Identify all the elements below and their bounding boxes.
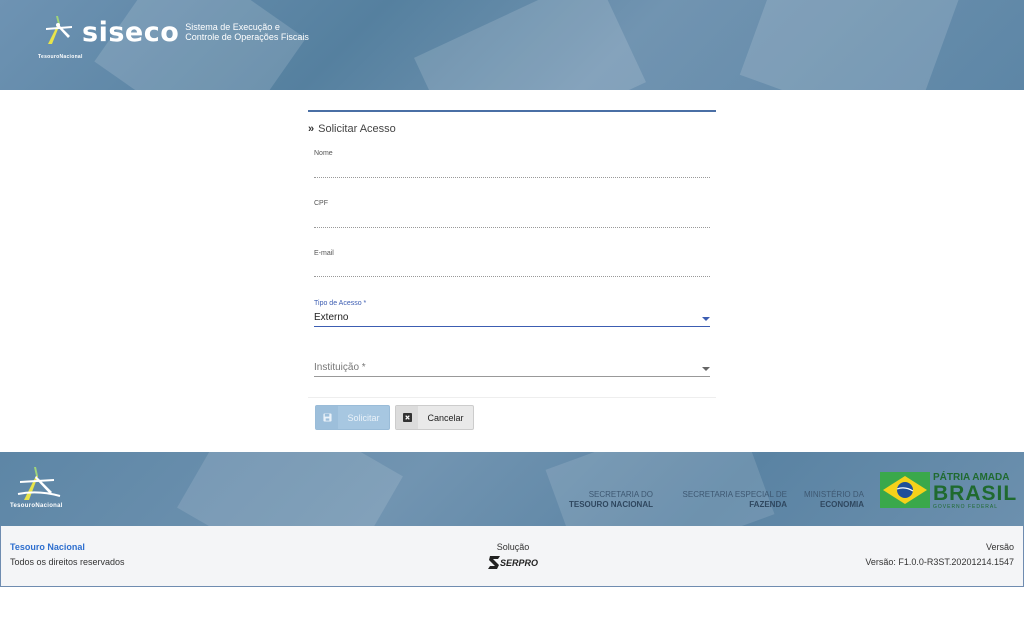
page-footer: Tesouro Nacional Todos os direitos reser… (0, 526, 1024, 587)
tesouro-nacional-logo-icon: TesouroNacional (36, 14, 82, 60)
brasil-text: BRASIL (933, 482, 1018, 505)
solucao-label: Solução (496, 542, 530, 552)
form-title-text: Solicitar Acesso (318, 123, 396, 135)
email-field[interactable]: E-mail (314, 250, 710, 280)
chevron-down-icon[interactable] (702, 317, 710, 321)
cancelar-label: Cancelar (427, 412, 464, 423)
request-access-form: » Solicitar Acesso Nome CPF E-mail Tipo … (308, 110, 716, 430)
email-underline (314, 276, 710, 277)
patria-amada-brasil-logo: PÁTRIA AMADA BRASIL GOVERNO FEDERAL (880, 472, 1016, 513)
tipo-acesso-select[interactable]: Tipo de Acesso * Externo (314, 300, 710, 330)
nome-underline (314, 177, 710, 178)
tesouro-nacional-footer-label: TesouroNacional (10, 503, 63, 509)
nome-label: Nome (314, 150, 333, 157)
email-label: E-mail (314, 250, 334, 257)
footer-left: Tesouro Nacional Todos os direitos reser… (10, 542, 125, 567)
serpro-icon (487, 556, 500, 569)
double-chevron-right-icon: » (308, 123, 315, 135)
nome-field[interactable]: Nome (314, 150, 710, 180)
solicitar-label: Solicitar (347, 412, 380, 423)
cancelar-button[interactable]: Cancelar (395, 405, 474, 430)
brazil-flag-icon (880, 472, 930, 508)
footer-version: Versão Versão: F1.0.0-R3ST.20201214.1547 (865, 542, 1014, 567)
tipo-acesso-underline (314, 326, 710, 327)
tipo-acesso-value: Externo (314, 312, 349, 323)
app-name: siseco (82, 16, 180, 48)
tesouro-nacional-link[interactable]: Tesouro Nacional (10, 542, 125, 552)
instituicao-select[interactable]: Instituição * (314, 350, 710, 380)
org-secretaria-tesouro: SECRETARIA DO TESOURO NACIONAL (569, 490, 653, 509)
instituicao-underline (314, 376, 710, 377)
footer-band: TesouroNacional SECRETARIA DO TESOURO NA… (0, 452, 1024, 526)
versao-value: Versão: F1.0.0-R3ST.20201214.1547 (865, 557, 1014, 567)
serpro-text: SERPRO (499, 557, 538, 568)
form-top-border (308, 110, 716, 112)
tipo-acesso-label: Tipo de Acesso * (314, 300, 367, 307)
org-ministerio-economia: MINISTÉRIO DA ECONOMIA (803, 490, 864, 509)
app-header: TesouroNacional siseco Sistema de Execuç… (0, 0, 1024, 90)
solicitar-button[interactable]: Solicitar (315, 405, 390, 430)
close-icon (396, 406, 418, 429)
footer-solucao: Solução SERPRO (481, 542, 545, 569)
serpro-logo: SERPRO (481, 556, 545, 569)
siseco-logo[interactable]: TesouroNacional siseco Sistema de Execuç… (36, 14, 309, 60)
versao-label: Versão (985, 542, 1014, 552)
rights-text: Todos os direitos reservados (10, 557, 125, 567)
tesouro-nacional-label: TesouroNacional (38, 54, 83, 60)
org-secretaria-fazenda: SECRETARIA ESPECIAL DE FAZENDA (682, 490, 787, 509)
cpf-label: CPF (314, 200, 328, 207)
cpf-field[interactable]: CPF (314, 200, 710, 230)
form-divider (308, 397, 716, 398)
form-title: » Solicitar Acesso (308, 123, 716, 135)
save-icon (316, 406, 338, 429)
instituicao-placeholder: Instituição * (314, 362, 366, 373)
cpf-underline (314, 227, 710, 228)
app-subtitle: Sistema de Execução e Controle de Operaç… (185, 22, 309, 42)
chevron-down-icon[interactable] (702, 367, 710, 371)
